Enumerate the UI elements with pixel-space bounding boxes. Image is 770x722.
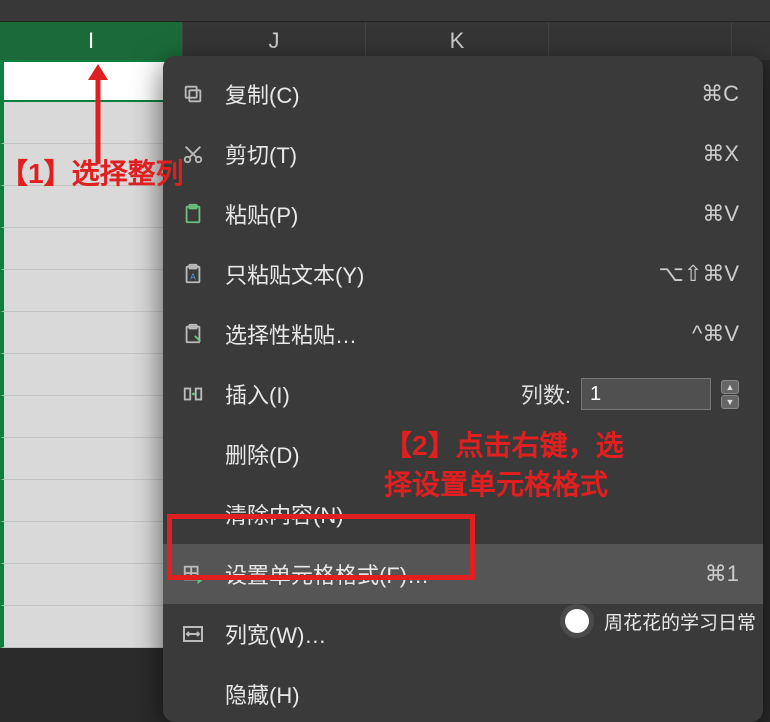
insert-icon	[179, 382, 207, 406]
column-headers: I J K	[0, 22, 770, 60]
menu-shortcut: ⌘V	[702, 201, 739, 227]
blank-icon	[179, 442, 207, 466]
menu-cut[interactable]: 剪切(T) ⌘X	[163, 124, 763, 184]
menu-copy[interactable]: 复制(C) ⌘C	[163, 64, 763, 124]
menu-insert[interactable]: 插入(I) 列数: ▲ ▼	[163, 364, 763, 424]
menu-shortcut: ⌘X	[702, 141, 739, 167]
menu-shortcut: ⌘C	[701, 81, 739, 107]
spinner-up-icon[interactable]: ▲	[721, 380, 739, 394]
clipboard-special-icon	[179, 322, 207, 346]
menu-shortcut: ⌥⇧⌘V	[659, 261, 739, 287]
clipboard-icon	[179, 202, 207, 226]
menu-label: 删除(D)	[225, 438, 739, 470]
watermark: 周花花的学习日常	[560, 604, 756, 638]
menu-hide[interactable]: 隐藏(H)	[163, 664, 763, 714]
blank-icon	[179, 502, 207, 526]
cell[interactable]	[0, 522, 183, 564]
cell[interactable]	[0, 564, 183, 606]
format-cells-icon	[179, 562, 207, 586]
grid-column-I[interactable]	[0, 60, 183, 660]
cell[interactable]	[0, 144, 183, 186]
scissors-icon	[179, 142, 207, 166]
menu-label: 插入(I)	[225, 378, 503, 410]
menu-label: 粘贴(P)	[225, 198, 684, 230]
toolbar	[0, 0, 770, 22]
column-header-I[interactable]: I	[0, 22, 183, 60]
menu-format-cells[interactable]: 设置单元格格式(F)… ⌘1	[163, 544, 763, 604]
insert-cols-input[interactable]	[581, 378, 711, 410]
cell[interactable]	[0, 354, 183, 396]
menu-label: 复制(C)	[225, 78, 683, 110]
cell[interactable]	[0, 186, 183, 228]
cell[interactable]	[0, 396, 183, 438]
menu-paste[interactable]: 粘贴(P) ⌘V	[163, 184, 763, 244]
copy-icon	[179, 82, 207, 106]
cell[interactable]	[0, 438, 183, 480]
menu-label: 清除内容(N)	[225, 498, 739, 530]
menu-shortcut: ⌘1	[705, 561, 739, 587]
spinner-down-icon[interactable]: ▼	[721, 395, 739, 409]
insert-spinner[interactable]: ▲ ▼	[721, 380, 739, 409]
svg-text:A: A	[190, 273, 196, 282]
blank-icon	[179, 682, 207, 706]
cell[interactable]	[0, 312, 183, 354]
menu-clear[interactable]: 清除内容(N)	[163, 484, 763, 544]
cell[interactable]	[0, 606, 183, 648]
menu-label: 隐藏(H)	[225, 678, 739, 710]
clipboard-text-icon: A	[179, 262, 207, 286]
cell[interactable]	[0, 228, 183, 270]
watermark-text: 周花花的学习日常	[604, 608, 756, 635]
column-header-K[interactable]: K	[366, 22, 549, 60]
cell[interactable]	[0, 60, 183, 102]
menu-delete[interactable]: 删除(D)	[163, 424, 763, 484]
column-header-J[interactable]: J	[183, 22, 366, 60]
cell[interactable]	[0, 102, 183, 144]
menu-label: 剪切(T)	[225, 138, 684, 170]
menu-label: 只粘贴文本(Y)	[225, 258, 641, 290]
column-header-next[interactable]	[549, 22, 732, 60]
insert-cols-label: 列数:	[521, 378, 571, 410]
menu-label: 设置单元格格式(F)…	[225, 558, 687, 590]
column-width-icon	[179, 622, 207, 646]
menu-shortcut: ^⌘V	[692, 321, 739, 347]
menu-paste-special[interactable]: 选择性粘贴… ^⌘V	[163, 304, 763, 364]
menu-paste-text[interactable]: A 只粘贴文本(Y) ⌥⇧⌘V	[163, 244, 763, 304]
menu-label: 选择性粘贴…	[225, 318, 674, 350]
wechat-icon	[560, 604, 594, 638]
cell[interactable]	[0, 270, 183, 312]
cell[interactable]	[0, 480, 183, 522]
